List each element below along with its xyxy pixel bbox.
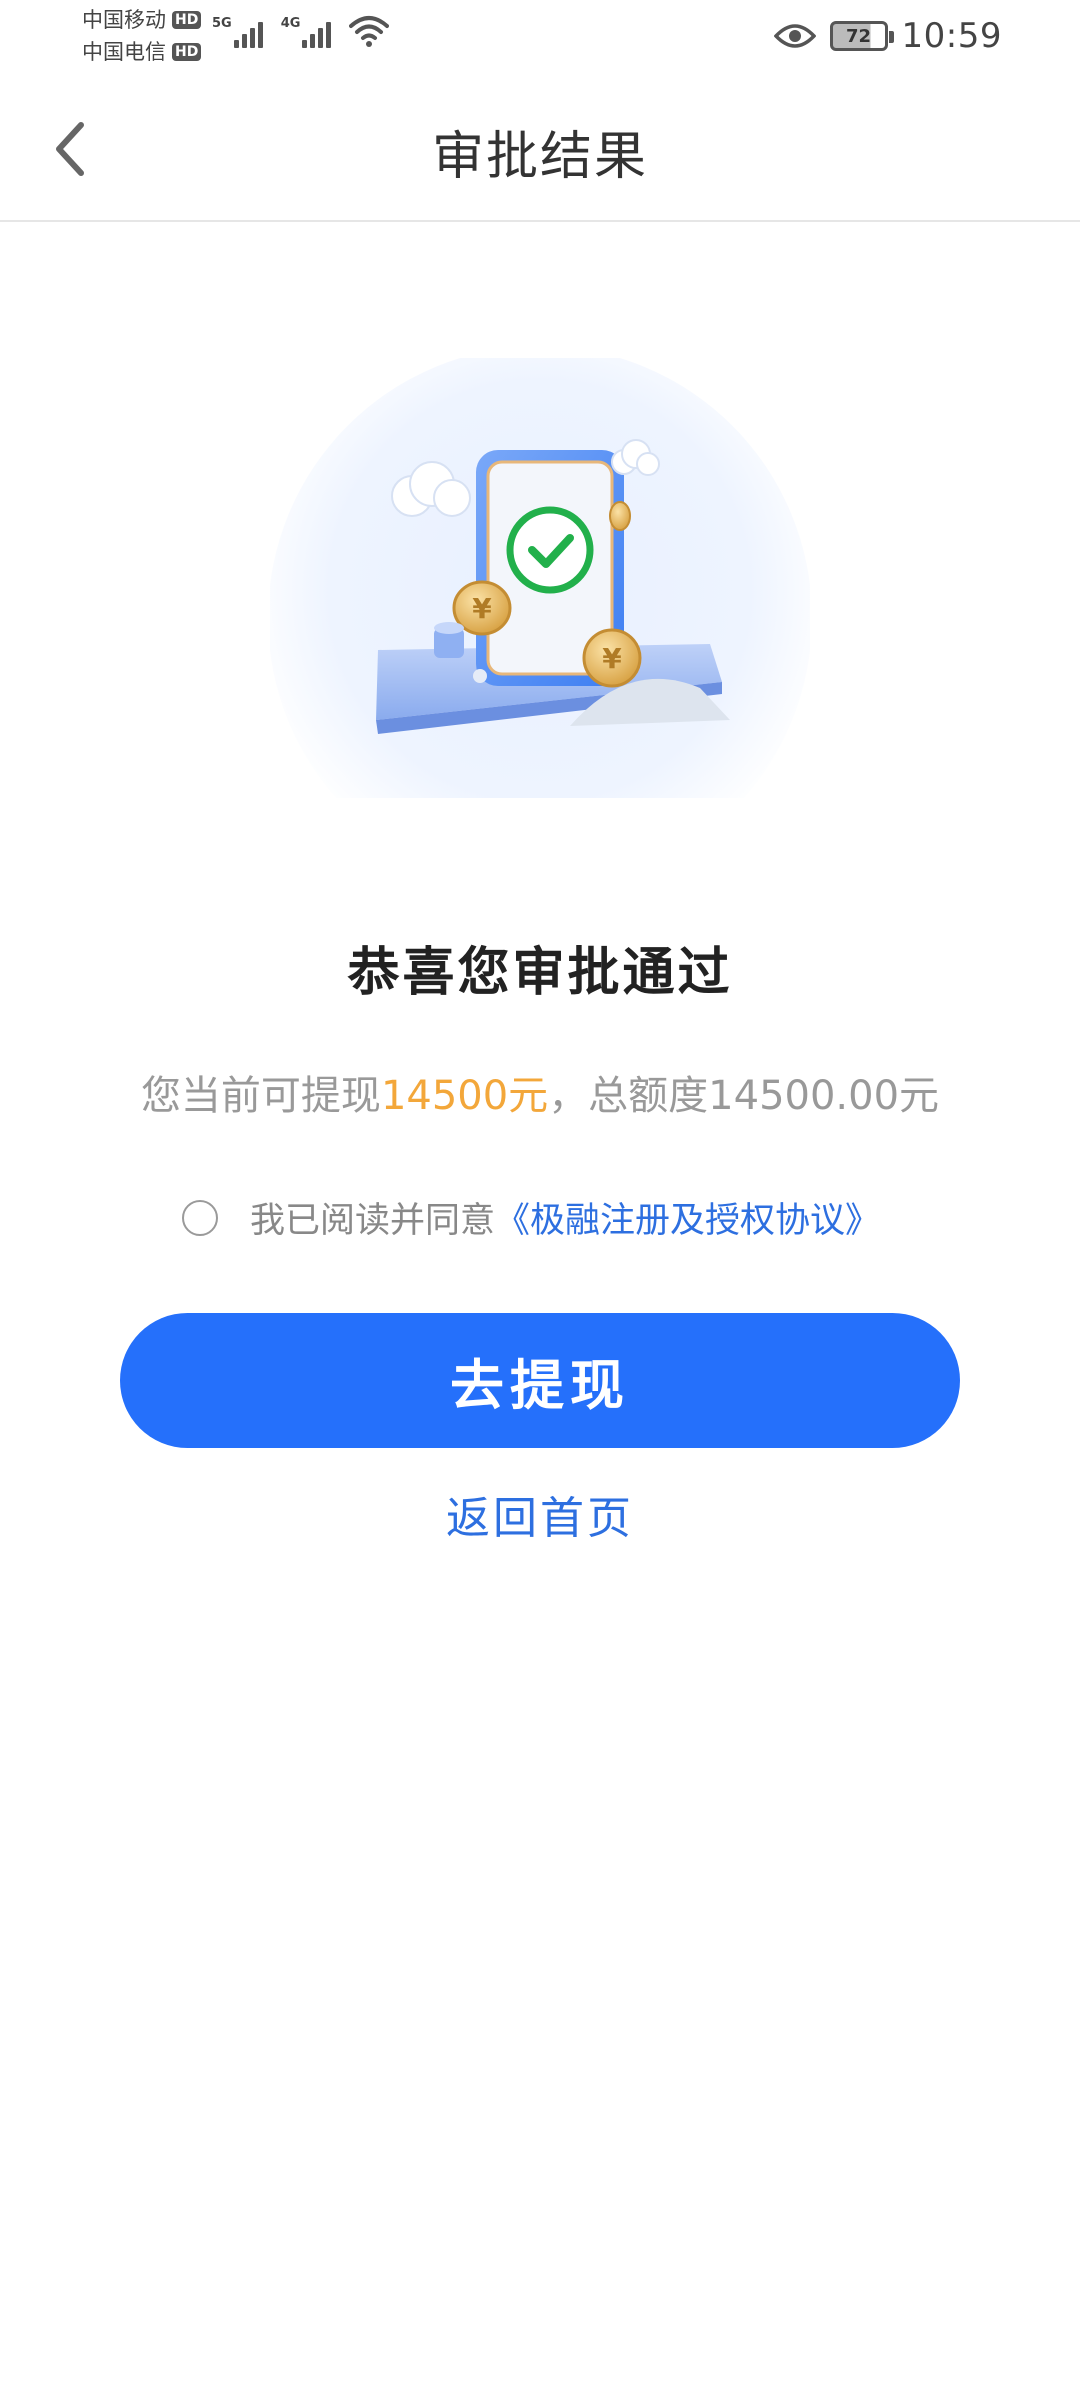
app-header: 审批结果 [0, 76, 1080, 222]
wifi-icon [349, 16, 390, 47]
status-bar: 中国移动 HD 中国电信 HD 5G 4G 72 10:59 [0, 0, 1080, 76]
check-circle-icon [506, 506, 594, 594]
signal-indicators: 5G 4G [212, 14, 390, 48]
page-title: 审批结果 [431, 127, 648, 187]
result-title: 恭喜您审批通过 [347, 943, 733, 1003]
carrier-name: 中国移动 [82, 8, 166, 32]
battery-level: 72 [845, 25, 872, 47]
signal-icon: 5G [212, 16, 263, 48]
back-to-home-link[interactable]: 返回首页 [446, 1493, 634, 1544]
network-type: 5G [212, 16, 232, 31]
agreement-text: 我已阅读并同意 [250, 1201, 496, 1241]
agreement-row: 我已阅读并同意 《极融注册及授权协议》 [182, 1192, 880, 1243]
svg-text:¥: ¥ [472, 592, 492, 625]
network-type: 4G [280, 16, 301, 31]
home-link-container: 返回首页 [0, 1482, 1080, 1546]
total-quota: ，总额度14500.00元 [548, 1073, 940, 1119]
svg-text:¥: ¥ [602, 642, 622, 675]
agreement-checkbox[interactable] [182, 1199, 218, 1236]
withdraw-button[interactable]: 去提现 [120, 1313, 960, 1448]
carrier-row: 中国电信 HD [82, 38, 202, 66]
amount-prefix: 您当前可提现 [140, 1073, 381, 1119]
status-right: 72 10:59 [773, 16, 1002, 56]
eye-icon [773, 24, 816, 48]
signal-icon: 4G [281, 16, 332, 48]
hd-badge: HD [172, 11, 202, 29]
coin-stack-icon [434, 622, 464, 658]
carrier-info: 中国移动 HD 中国电信 HD [82, 6, 202, 66]
coin-icon [609, 501, 631, 531]
withdraw-amount-text: 您当前可提现14500元，总额度14500.00元 [0, 1063, 1080, 1121]
available-amount: 14500元 [380, 1073, 549, 1119]
clock: 10:59 [901, 16, 1002, 56]
carrier-row: 中国移动 HD [82, 6, 202, 34]
agreement-link[interactable]: 《极融注册及授权协议》 [495, 1192, 880, 1243]
battery-icon: 72 [829, 21, 894, 51]
hd-badge: HD [172, 43, 202, 61]
carrier-name: 中国电信 [82, 40, 166, 64]
coin-icon: ¥ [582, 628, 642, 688]
approved-phone-illustration: ¥ ¥ [270, 358, 810, 798]
